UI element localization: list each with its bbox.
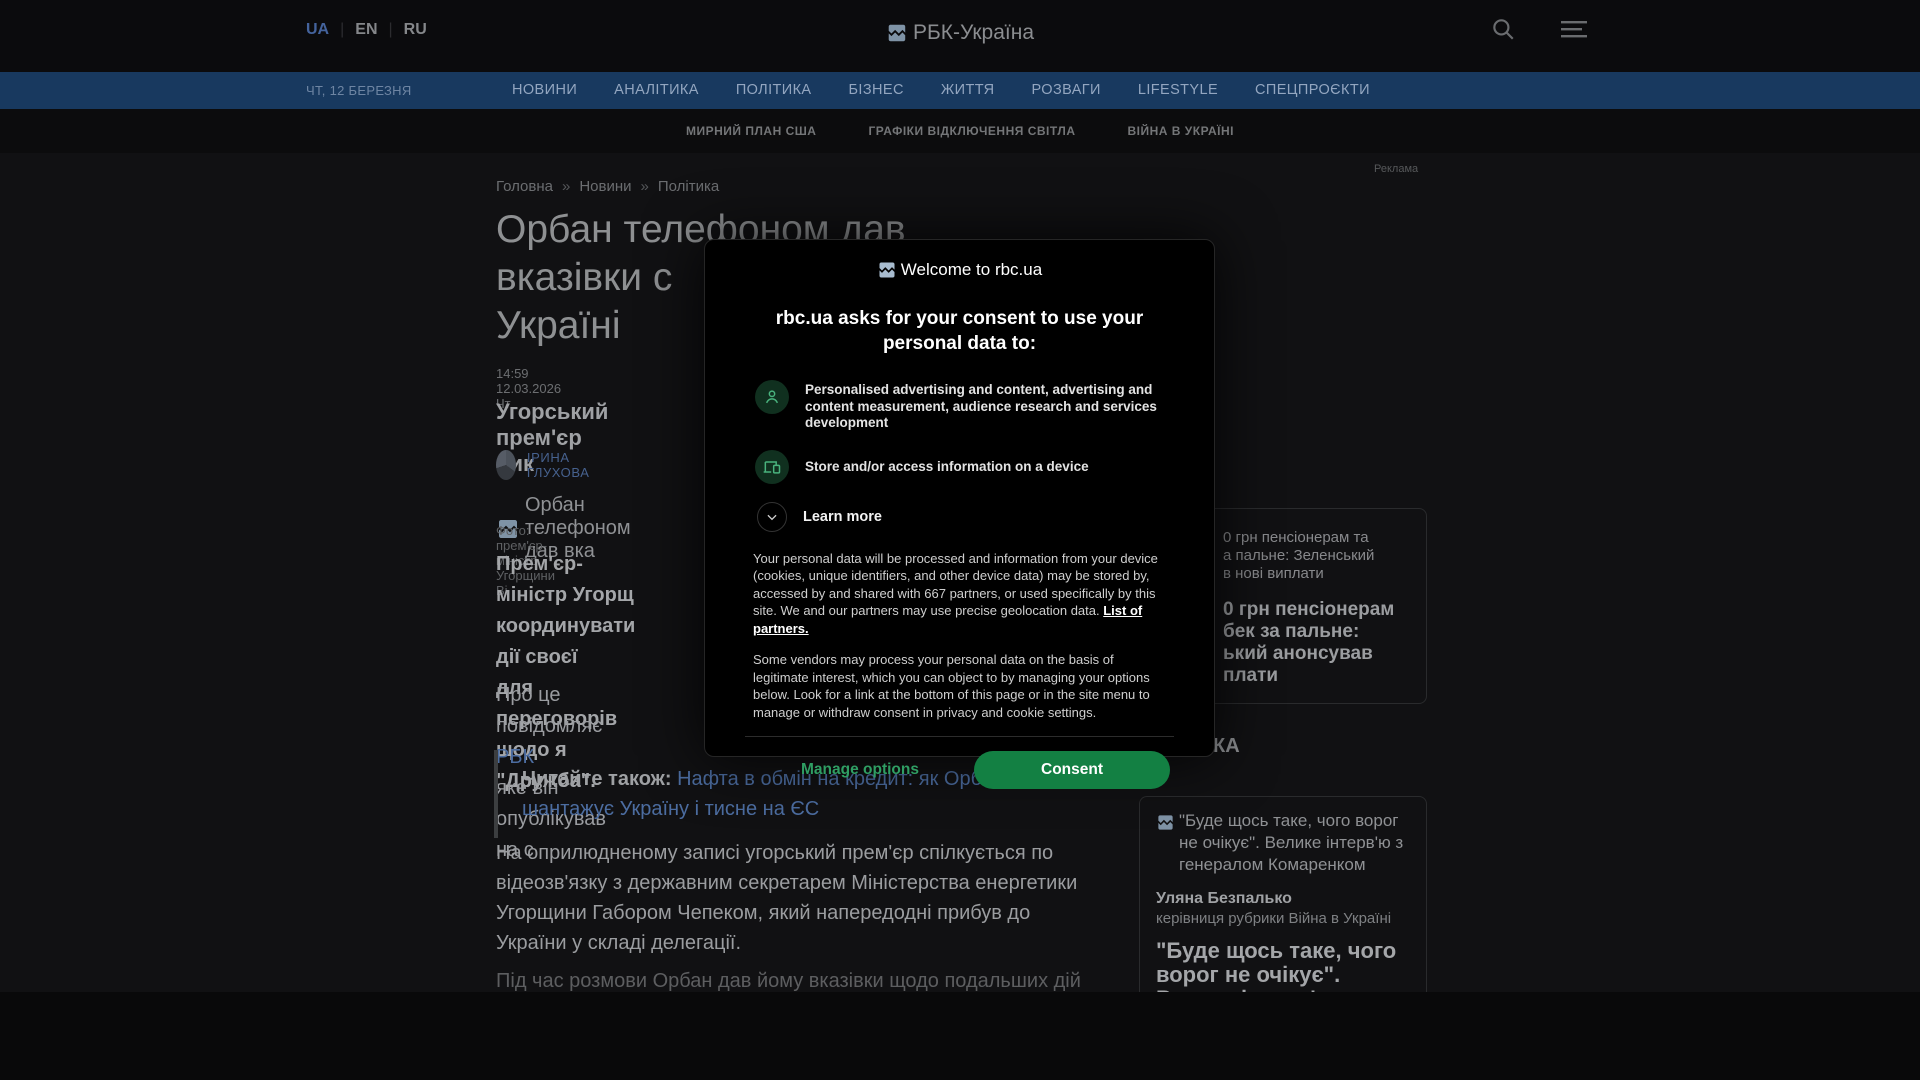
consent-heading: rbc.ua asks for your consent to use your… — [775, 308, 1144, 354]
consent-paragraph-2: Some vendors may process your personal d… — [753, 652, 1150, 720]
broken-image-icon — [877, 260, 897, 280]
consent-learn-more-row[interactable]: Learn more — [755, 501, 1214, 532]
consent-dialog: Welcome to rbc.ua rbc.ua asks for your c… — [704, 239, 1215, 789]
read-also-label: Читайте також: — [522, 768, 678, 790]
nav-item-biznes[interactable]: БІЗНЕС — [849, 72, 904, 109]
main-nav: ЧТ, 12 БЕРЕЗНЯ НОВИНИ АНАЛІТИКА ПОЛІТИКА… — [0, 72, 1920, 109]
consent-learn-more-label: Learn more — [803, 508, 882, 525]
site-header: UA | EN | RU РБК-Україна — [0, 0, 1920, 72]
consent-welcome-text: Welcome to rbc.ua — [900, 260, 1043, 279]
site-logo-alt-text: РБК-Україна — [912, 21, 1035, 44]
divider: | — [340, 21, 345, 38]
devices-icon — [755, 449, 789, 484]
nav-item-rozvahy[interactable]: РОЗВАГИ — [1032, 72, 1101, 109]
breadcrumb-home[interactable]: Головна — [496, 178, 553, 195]
nav-date: ЧТ, 12 БЕРЕЗНЯ — [306, 83, 412, 98]
author-link[interactable]: ІРИНА ГЛУХОВА — [527, 450, 600, 480]
breadcrumb: Головна » Новини » Політика — [496, 178, 719, 195]
nav-item-analityka[interactable]: АНАЛІТИКА — [614, 72, 699, 109]
chevron-down-icon[interactable] — [757, 501, 787, 532]
topic-war-in-ukraine[interactable]: ВІЙНА В УКРАЇНІ — [1127, 109, 1234, 153]
breadcrumb-politics[interactable]: Політика — [658, 178, 719, 195]
sidebar-card2-author: Уляна Безпалько — [1156, 890, 1292, 907]
ad-label: Реклама — [1374, 163, 1419, 175]
sidebar-card2-image-broken: "Буде щось таке, чого ворог не очікує". … — [1156, 810, 1410, 876]
menu-icon[interactable] — [1560, 16, 1588, 42]
article-paragraph: На оприлюдненому записі угорський прем'є… — [496, 842, 1078, 954]
sidebar-card1-title: 0 грн пенсіонерам бек за пальне: ький ан… — [1223, 599, 1395, 686]
manage-options-button[interactable]: Manage options — [801, 761, 919, 779]
consent-purpose-advertising: Personalised advertising and content, ad… — [755, 380, 1214, 432]
author-row: ІРИНА ГЛУХОВА — [496, 450, 600, 480]
sidebar-card1-alt-text: 0 грн пенсіонерам та а пальне: Зеленськи… — [1223, 529, 1375, 582]
search-icon[interactable] — [1490, 16, 1516, 42]
author-avatar — [496, 450, 516, 480]
topics-bar: МИРНИЙ ПЛАН США ГРАФІКИ ВІДКЛЮЧЕННЯ СВІТ… — [0, 109, 1920, 153]
consent-button[interactable]: Consent — [974, 751, 1170, 789]
nav-item-spetsproekty[interactable]: СПЕЦПРОЄКТИ — [1255, 72, 1370, 109]
consent-purpose-storage: Store and/or access information on a dev… — [755, 449, 1214, 484]
broken-image-icon — [1156, 810, 1175, 832]
sidebar-section-heading: КА — [1213, 735, 1240, 757]
topic-blackout-schedules[interactable]: ГРАФІКИ ВІДКЛЮЧЕННЯ СВІТЛА — [868, 109, 1075, 153]
nav-item-lifestyle[interactable]: LIFESTYLE — [1138, 72, 1218, 109]
nav-item-zhyttia[interactable]: ЖИТТЯ — [941, 72, 995, 109]
site-logo[interactable]: РБК-Україна — [886, 21, 1034, 45]
breadcrumb-news[interactable]: Новини — [579, 178, 631, 195]
broken-image-icon — [886, 22, 908, 44]
consent-welcome-row: Welcome to rbc.ua — [705, 260, 1214, 280]
consent-paragraph-1: Your personal data will be processed and… — [753, 550, 1158, 636]
language-switcher: UA | EN | RU — [306, 21, 427, 39]
lang-ua[interactable]: UA — [306, 21, 329, 39]
nav-item-polityka[interactable]: ПОЛІТИКА — [736, 72, 812, 109]
breadcrumb-separator: » — [562, 178, 571, 195]
lang-en[interactable]: EN — [355, 21, 377, 39]
breadcrumb-separator: » — [640, 178, 649, 195]
sidebar-card2-alt-text: "Буде щось таке, чого ворог не очікує". … — [1179, 811, 1404, 874]
page-footer-strip — [0, 992, 1920, 1080]
person-icon — [755, 380, 789, 414]
topic-peace-plan[interactable]: МИРНИЙ ПЛАН США — [686, 109, 816, 153]
divider: | — [388, 21, 393, 38]
lang-ru[interactable]: RU — [404, 21, 427, 39]
sidebar-card2-author-role: керівниця рубрики Війна в Україні — [1156, 910, 1392, 927]
nav-item-novyny[interactable]: НОВИНИ — [512, 72, 577, 109]
divider — [745, 736, 1174, 737]
